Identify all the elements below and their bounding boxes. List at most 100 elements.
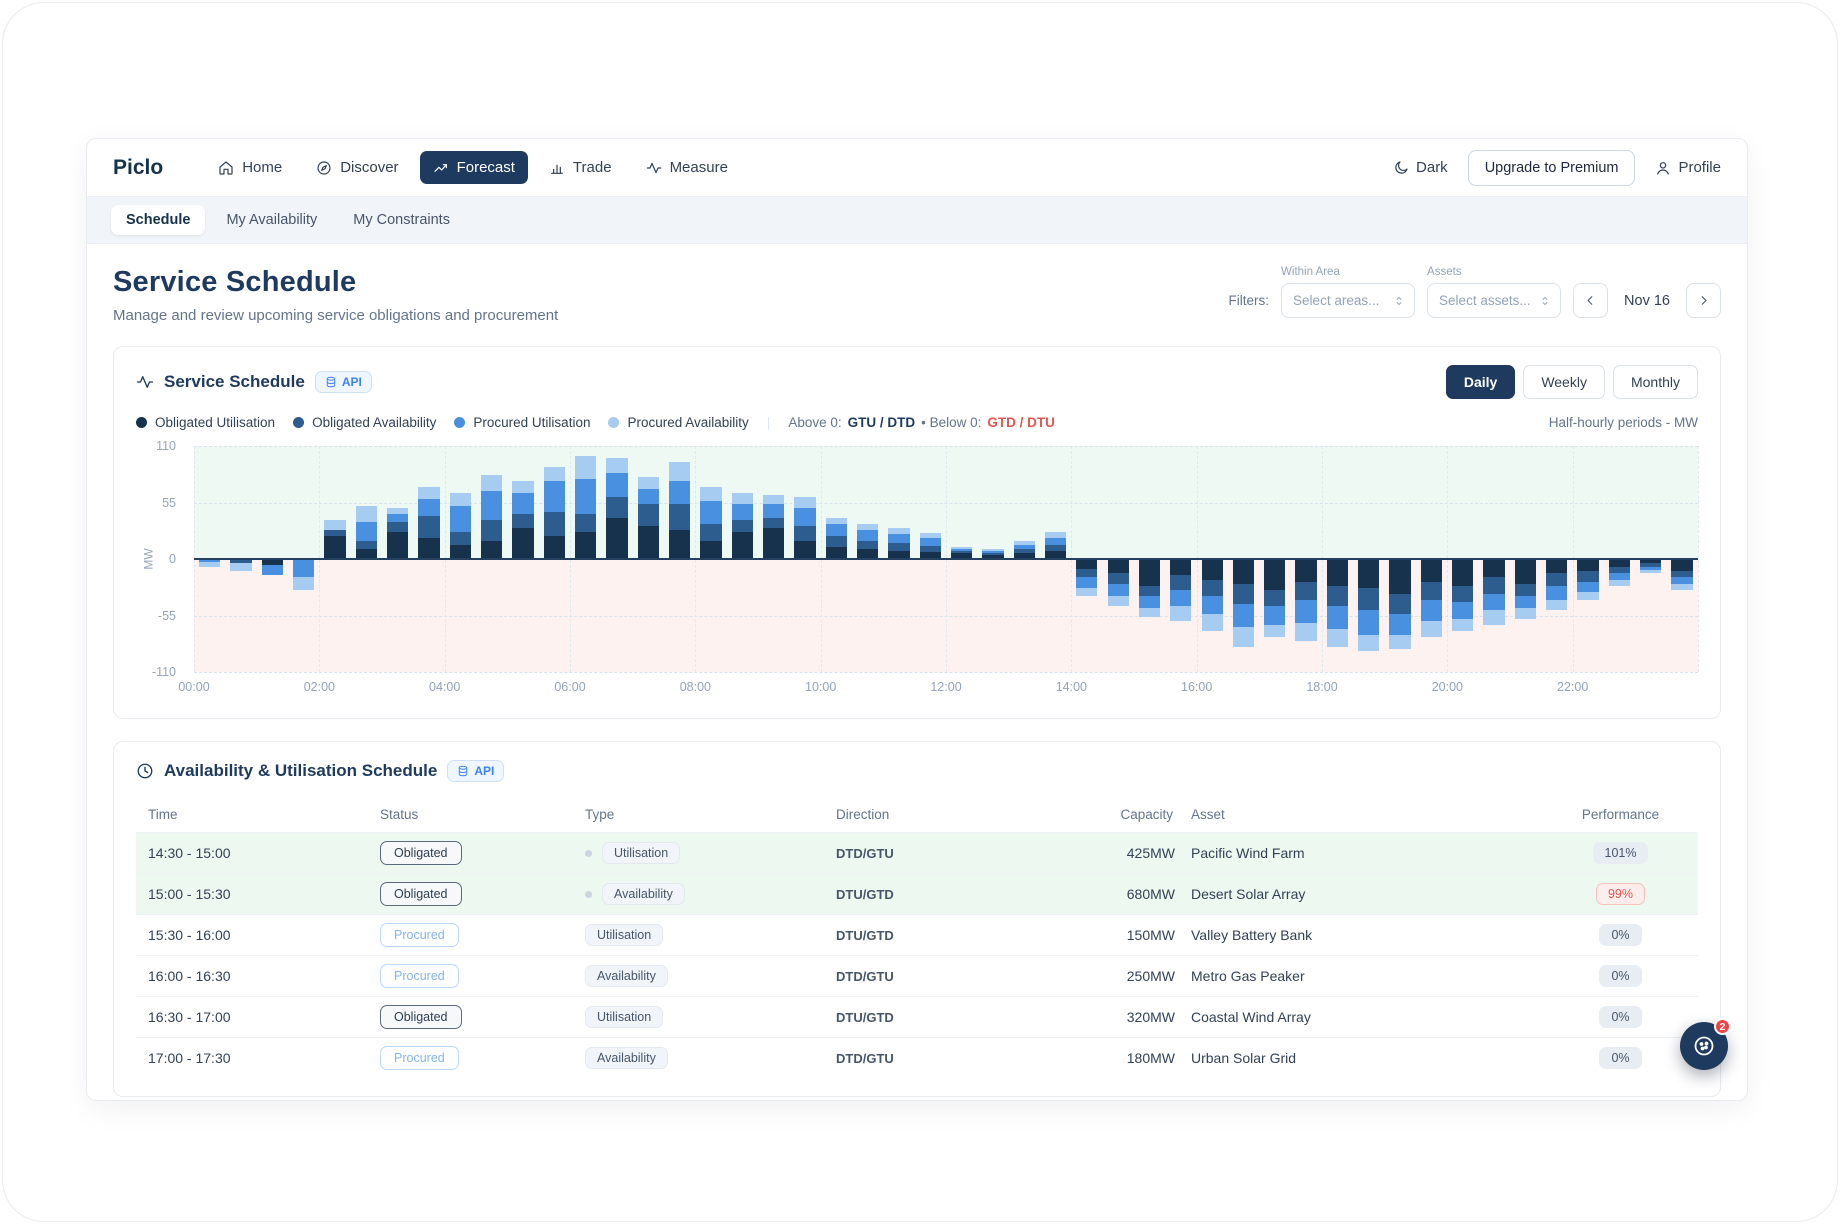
- subnav-item-my-availability[interactable]: My Availability: [211, 205, 332, 235]
- assets-select[interactable]: Select assets...: [1427, 283, 1562, 318]
- compass-icon: [316, 160, 332, 176]
- x-axis: 00:00 02:00 04:00 06:00 08:00 10:00 12:00 14:00…: [178, 672, 1698, 698]
- area-filter-label: Within Area: [1281, 266, 1340, 278]
- app-window: Piclo Home Discover Forecast Trade Measure D…: [86, 138, 1748, 1101]
- bar-segment-procured-availability: [324, 519, 346, 531]
- bar-segment-obligated-availability: [1358, 587, 1380, 611]
- bar-segment-procured-availability: [731, 493, 753, 504]
- prev-date-button[interactable]: [1573, 283, 1609, 318]
- legend-dot: [136, 417, 147, 428]
- subnav-item-schedule[interactable]: Schedule: [111, 205, 206, 235]
- nav-item-trade[interactable]: Trade: [536, 151, 625, 184]
- bar-segment-procured-availability: [700, 487, 722, 502]
- cell-status: Obligated: [380, 841, 585, 865]
- next-date-button[interactable]: [1686, 283, 1721, 318]
- table-row[interactable]: 15:30 - 16:00 Procured Utilisation DTU/GTD 1…: [136, 914, 1698, 955]
- bar-segment-obligated-availability: [950, 550, 973, 553]
- cell-status: Procured: [380, 923, 585, 947]
- bar-segment-procured-availability: [919, 533, 941, 539]
- chevrons-updown-icon: [1539, 295, 1551, 307]
- nav-item-home[interactable]: Home: [205, 151, 295, 184]
- type-badge: Utilisation: [585, 924, 664, 946]
- v-gridline: [1698, 446, 1699, 672]
- cookie-widget-button[interactable]: 2: [1680, 1018, 1731, 1070]
- subnav-item-my-constraints[interactable]: My Constraints: [338, 205, 465, 235]
- range-daily-button[interactable]: Daily: [1445, 365, 1516, 399]
- table-row[interactable]: 15:00 - 15:30 Obligated Availability DTU/GT…: [136, 873, 1698, 914]
- bar-segment-obligated-availability: [1264, 589, 1286, 607]
- type-badge: Availability: [602, 883, 685, 905]
- bar-segment-obligated-availability: [418, 515, 440, 539]
- moon-icon: [1393, 160, 1409, 176]
- nav-item-forecast[interactable]: Forecast: [419, 151, 528, 184]
- api-badge-label: API: [341, 375, 362, 389]
- bar-segment-procured-availability: [1076, 587, 1098, 596]
- bar-segment-obligated-availability: [1170, 575, 1192, 590]
- bar-segment-obligated-availability: [1107, 573, 1129, 584]
- availability-table-card: Availability & Utilisation Schedule API …: [113, 741, 1721, 1097]
- type-dot: [585, 849, 592, 857]
- bar-segment-procured-utilisation: [1107, 583, 1129, 596]
- profile-menu[interactable]: Profile: [1655, 159, 1721, 176]
- bar-segment-obligated-utilisation: [324, 536, 346, 559]
- note-below-label: • Below 0:: [921, 415, 982, 430]
- bar-segment-obligated-utilisation: [1546, 559, 1568, 574]
- cell-performance: 0%: [1547, 1047, 1694, 1069]
- upgrade-premium-button[interactable]: Upgrade to Premium: [1467, 149, 1636, 186]
- page-subtitle: Manage and review upcoming service oblig…: [113, 307, 559, 324]
- cell-type: Availability: [585, 965, 836, 987]
- bar-segment-procured-utilisation: [1076, 577, 1098, 588]
- y-tick-label: -55: [157, 608, 176, 623]
- bar-segment-procured-utilisation: [1389, 614, 1411, 635]
- zero-axis-line: [194, 558, 1698, 560]
- bar-segment-obligated-availability: [1514, 583, 1537, 596]
- table-row[interactable]: 16:30 - 17:00 Obligated Utilisation DTU/GTD…: [136, 996, 1698, 1037]
- area-select[interactable]: Select areas...: [1281, 283, 1416, 318]
- bar-segment-procured-utilisation: [1044, 538, 1067, 545]
- note-above-label: Above 0:: [788, 415, 842, 430]
- table-row[interactable]: 14:30 - 15:00 Obligated Utilisation DTD/GTU…: [136, 832, 1698, 873]
- cell-time: 15:00 - 15:30: [148, 886, 231, 902]
- bar-segment-procured-utilisation: [418, 499, 440, 516]
- area-filter: Within Area Select areas...: [1281, 266, 1416, 318]
- bar-segment-procured-utilisation: [292, 559, 315, 578]
- bar-segment-obligated-availability: [512, 513, 534, 529]
- cell-status: Procured: [380, 964, 585, 988]
- bar-segment-obligated-utilisation: [1577, 559, 1599, 572]
- dark-mode-toggle[interactable]: Dark: [1393, 159, 1448, 176]
- range-monthly-button[interactable]: Monthly: [1612, 365, 1698, 399]
- x-tick-label: 16:00: [1181, 680, 1213, 694]
- bar-segment-procured-availability: [449, 493, 471, 506]
- bar-segment-obligated-utilisation: [668, 530, 691, 559]
- bar-segment-procured-availability: [230, 563, 252, 572]
- legend-label: Procured Availability: [627, 415, 749, 430]
- brand-logo[interactable]: Piclo: [113, 156, 163, 180]
- cell-asset: Coastal Wind Array: [1191, 1009, 1311, 1025]
- bar-segment-obligated-availability: [1420, 581, 1443, 601]
- bar-segment-obligated-availability: [1326, 585, 1349, 607]
- bar-segment-obligated-availability: [637, 503, 659, 527]
- cell-asset: Valley Battery Bank: [1191, 927, 1313, 943]
- x-tick-label: 02:00: [303, 680, 335, 694]
- bar-segment-obligated-availability: [982, 552, 1004, 555]
- bar-segment-obligated-availability: [386, 522, 409, 533]
- cell-status: Obligated: [380, 882, 585, 906]
- nav-item-label: Measure: [669, 159, 728, 176]
- bar-segment-obligated-availability: [574, 513, 597, 533]
- assets-filter-label: Assets: [1427, 266, 1462, 278]
- nav-item-measure[interactable]: Measure: [633, 151, 741, 184]
- legend-item-obligated-utilisation: Obligated Utilisation: [136, 415, 275, 430]
- cell-direction: DTU/GTD: [836, 886, 894, 902]
- table-row[interactable]: 17:00 - 17:30 Procured Availability DTD/GTU…: [136, 1037, 1698, 1078]
- table-row[interactable]: 16:00 - 16:30 Procured Availability DTD/GTU…: [136, 955, 1698, 996]
- nav-item-discover[interactable]: Discover: [303, 151, 411, 184]
- cell-capacity: 680MW: [1126, 886, 1175, 902]
- col-header-type: Type: [585, 806, 615, 822]
- cell-status: Obligated: [380, 1005, 585, 1029]
- bar-segment-obligated-availability: [668, 503, 691, 531]
- range-weekly-button[interactable]: Weekly: [1523, 365, 1605, 399]
- bar-segment-procured-utilisation: [1326, 606, 1349, 629]
- bar-segment-procured-utilisation: [668, 480, 691, 504]
- bar-segment-procured-availability: [1483, 610, 1505, 625]
- bar-segment-procured-utilisation: [574, 478, 597, 514]
